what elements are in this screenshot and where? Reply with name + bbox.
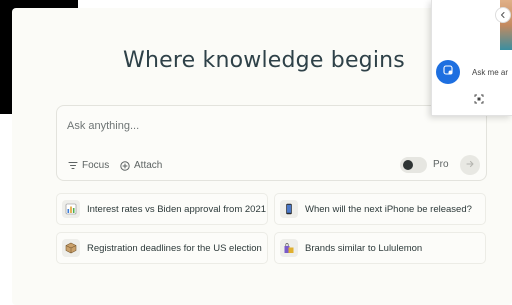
- assistant-icon: [442, 63, 454, 81]
- attach-label: Attach: [134, 160, 163, 171]
- suggestion-text: When will the next iPhone be released?: [305, 203, 472, 215]
- pro-toggle-knob: [403, 160, 413, 170]
- filter-icon: [68, 161, 78, 170]
- search-box: Focus Attach Pro: [56, 105, 487, 181]
- suggestion-text: Registration deadlines for the US electi…: [87, 242, 262, 254]
- box-icon: [62, 239, 80, 257]
- suggestion-text: Brands similar to Lululemon: [305, 242, 423, 254]
- suggestion-card[interactable]: Interest rates vs Biden approval from 20…: [56, 193, 268, 225]
- focus-button[interactable]: Focus: [68, 160, 109, 171]
- assistant-overlay: [431, 0, 512, 116]
- shopping-bag-icon: [280, 239, 298, 257]
- search-input[interactable]: [67, 117, 467, 135]
- screenshot-icon[interactable]: [474, 91, 484, 109]
- suggestion-text: Interest rates vs Biden approval from 20…: [87, 203, 267, 215]
- chart-icon: [62, 200, 80, 218]
- submit-button[interactable]: [460, 155, 480, 175]
- suggestion-card[interactable]: Registration deadlines for the US electi…: [56, 232, 268, 264]
- attach-button[interactable]: Attach: [120, 160, 162, 171]
- pro-label: Pro: [433, 159, 449, 170]
- focus-label: Focus: [82, 160, 110, 171]
- suggestion-card[interactable]: When will the next iPhone be released?: [274, 193, 486, 225]
- arrow-right-icon: [465, 156, 475, 174]
- chevron-left-icon: [499, 6, 507, 24]
- pro-toggle[interactable]: [400, 157, 427, 173]
- phone-icon: [280, 200, 298, 218]
- assistant-avatar[interactable]: [436, 60, 460, 84]
- suggestion-card[interactable]: Brands similar to Lululemon: [274, 232, 486, 264]
- plus-circle-icon: [120, 160, 130, 171]
- ask-input[interactable]: [472, 68, 512, 77]
- back-button[interactable]: [495, 7, 511, 23]
